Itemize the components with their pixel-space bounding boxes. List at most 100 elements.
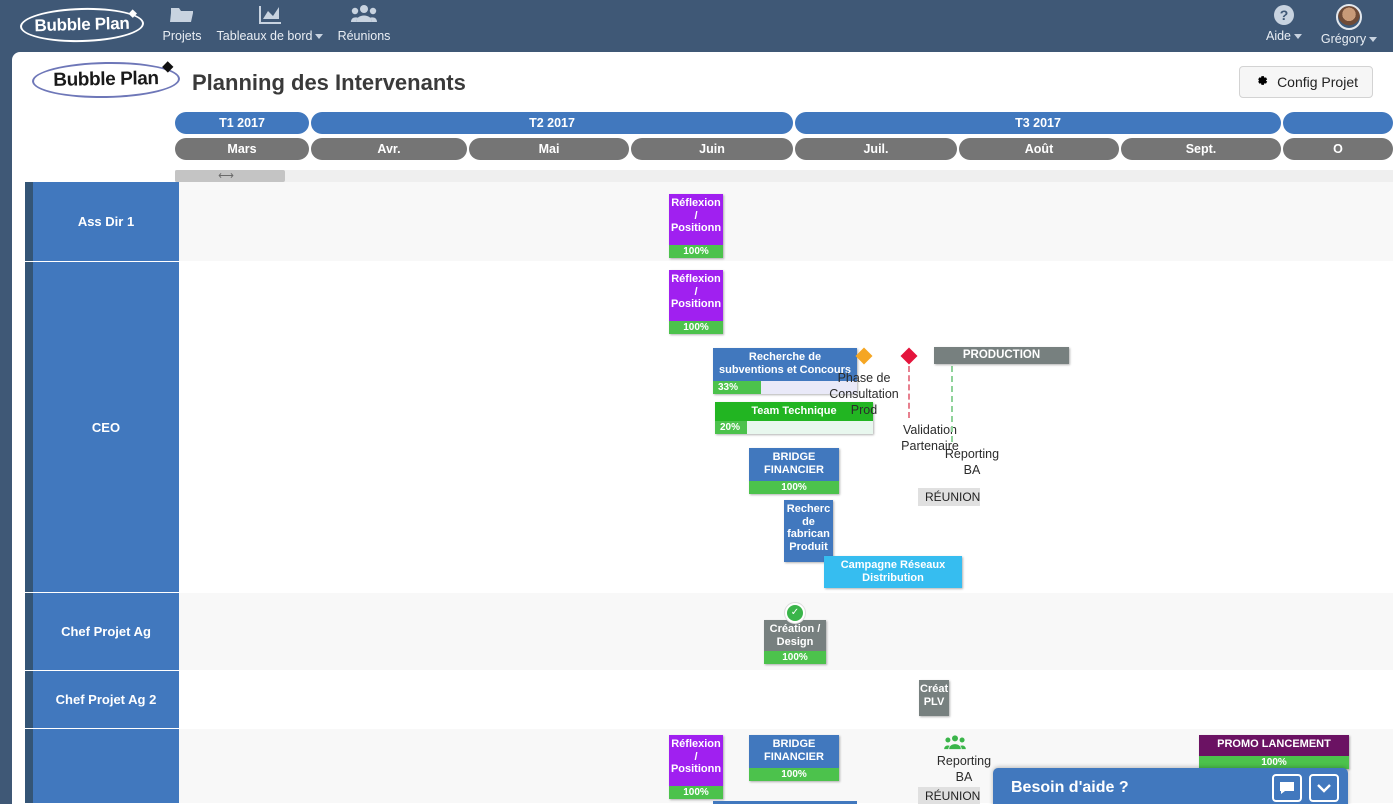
nav-item-aide[interactable]: ? Aide: [1256, 4, 1312, 43]
row-track[interactable]: Création / Design 100% ✓: [179, 593, 1393, 670]
chart-icon: [216, 4, 324, 26]
row-track[interactable]: Créat PLV: [179, 671, 1393, 728]
brand-logo-text: Bubble Plan: [34, 13, 130, 36]
resize-handle-icon[interactable]: ⟷: [215, 171, 237, 182]
task-title: PROMO LANCEMENT: [1217, 738, 1331, 750]
resource-row: Chef Projet Ag Création / Design 100% ✓: [12, 593, 1393, 671]
horizontal-scrollbar[interactable]: ⟷: [175, 170, 1393, 182]
chevron-down-icon: [315, 34, 324, 40]
task-bar[interactable]: PROMO LANCEMENT 100%: [1199, 735, 1349, 769]
row-rail: [25, 729, 33, 803]
gantt-grid: T1 2017 T2 2017 T3 2017 Mars Avr. Mai Juin Jui…: [12, 108, 1393, 804]
nav-item-projets-label: Projets: [162, 29, 202, 43]
task-bar[interactable]: Création / Design 100%: [764, 620, 826, 664]
svg-text:?: ?: [1280, 7, 1289, 23]
nav-item-projets[interactable]: Projets: [152, 4, 212, 43]
task-bar[interactable]: Créat PLV: [919, 680, 949, 716]
task-complete-check-icon[interactable]: ✓: [784, 602, 806, 624]
resource-label-2[interactable]: CEO: [33, 262, 179, 592]
logo-dot-icon: [128, 9, 137, 18]
row-track[interactable]: Réflexion / Positionn 100%: [179, 182, 1393, 261]
task-progress: 100%: [669, 786, 723, 799]
task-title: Campagne Réseaux Distribution: [840, 559, 946, 584]
page-title: Planning des Intervenants: [192, 70, 466, 95]
resource-label-5[interactable]: [33, 729, 179, 803]
month-cell-1[interactable]: Mars: [175, 138, 309, 160]
task-progress-label: 33%: [718, 382, 739, 393]
folder-icon: [152, 4, 212, 26]
reunion-tag[interactable]: RÉUNION: [918, 787, 980, 804]
page-header: Bubble Plan Planning des Intervenants Co…: [12, 52, 1393, 108]
reunion-tag[interactable]: RÉUNION: [918, 488, 980, 506]
row-rail: [25, 593, 33, 670]
bubble-plan-logo[interactable]: Bubble Plan: [19, 6, 145, 44]
quarter-cell-3[interactable]: T3 2017: [795, 112, 1281, 134]
month-cell-5[interactable]: Juil.: [795, 138, 957, 160]
chat-collapse-button[interactable]: [1309, 774, 1339, 802]
task-title: Réflexion / Positionn: [670, 738, 722, 775]
task-title: Réflexion / Positionn: [670, 197, 722, 234]
resource-row: Ass Dir 1 Réflexion / Positionn 100%: [12, 182, 1393, 262]
resource-label-1[interactable]: Ass Dir 1: [33, 182, 179, 261]
resource-label-3[interactable]: Chef Projet Ag: [33, 593, 179, 670]
bubble-plan-app: Bubble Plan Projets Tableaux de bord Réu…: [0, 0, 1393, 804]
chevron-down-icon: [1369, 37, 1378, 43]
chevron-down-icon: [1294, 34, 1303, 40]
month-cell-4[interactable]: Juin: [631, 138, 793, 160]
task-title: BRIDGE FINANCIER: [764, 738, 824, 763]
task-title: Réflexion / Positionn: [670, 273, 722, 310]
task-bar[interactable]: Réflexion / Positionn 100%: [669, 194, 723, 258]
nav-item-tableaux-de-bord[interactable]: Tableaux de bord: [216, 4, 324, 43]
row-rail: [25, 262, 33, 592]
resource-row: Chef Projet Ag 2 Créat PLV: [12, 671, 1393, 729]
help-chat-title: Besoin d'aide ?: [1011, 779, 1129, 796]
nav-item-reunions-label: Réunions: [337, 29, 391, 43]
task-bar[interactable]: BRIDGE FINANCIER 100%: [749, 448, 839, 494]
production-phase-bar[interactable]: PRODUCTION: [934, 347, 1069, 364]
task-bar[interactable]: Recherc de fabrican Produit: [784, 500, 833, 562]
task-progress-label: 100%: [683, 246, 709, 257]
people-icon: [944, 735, 966, 754]
main-panel: Bubble Plan Planning des Intervenants Co…: [12, 52, 1393, 804]
task-title: BRIDGE FINANCIER: [764, 451, 824, 476]
quarter-cell-2[interactable]: T2 2017: [311, 112, 793, 134]
milestone-diamond-icon[interactable]: [855, 347, 873, 365]
month-cell-8[interactable]: O: [1283, 138, 1393, 160]
task-bar[interactable]: Campagne Réseaux Distribution: [824, 556, 962, 588]
milestone-diamond-icon[interactable]: [900, 347, 918, 365]
row-rail: [25, 671, 33, 728]
task-progress: 100%: [669, 321, 723, 334]
timeline-header: T1 2017 T2 2017 T3 2017 Mars Avr. Mai Juin Jui…: [175, 112, 1393, 170]
task-progress-label: 100%: [781, 482, 807, 493]
task-title: Créat PLV: [920, 683, 949, 708]
task-progress-label: 100%: [683, 787, 709, 798]
milestone-dashed-line: [908, 366, 910, 418]
task-bar[interactable]: Réflexion / Positionn 100%: [669, 270, 723, 334]
month-cell-6[interactable]: Août: [959, 138, 1119, 160]
help-chat-widget[interactable]: Besoin d'aide ?: [993, 768, 1348, 804]
task-bar[interactable]: BRIDGE FINANCIER 100%: [749, 735, 839, 781]
config-projet-button[interactable]: Config Projet: [1239, 66, 1373, 98]
nav-item-user-menu[interactable]: Grégory: [1318, 4, 1380, 46]
month-cell-7[interactable]: Sept.: [1121, 138, 1281, 160]
plan-badge-text: Bubble Plan: [53, 68, 159, 91]
month-cell-2[interactable]: Avr.: [311, 138, 467, 160]
resource-rows: Ass Dir 1 Réflexion / Positionn 100% CEO Réf…: [12, 182, 1393, 804]
help-icon: ?: [1256, 4, 1312, 26]
task-bar[interactable]: Réflexion / Positionn 100%: [669, 735, 723, 799]
milestone-dashed-line: [951, 356, 953, 442]
nav-item-user-label: Grégory: [1320, 32, 1367, 46]
quarter-cell-1[interactable]: T1 2017: [175, 112, 309, 134]
row-track[interactable]: Réflexion / Positionn 100% Recherche de su…: [179, 262, 1393, 592]
task-progress-label: 20%: [720, 422, 741, 433]
avatar: [1336, 4, 1362, 30]
task-progress: 100%: [749, 768, 839, 781]
nav-item-reunions[interactable]: Réunions: [330, 4, 398, 43]
task-progress-label: 100%: [781, 769, 807, 780]
resource-label-4[interactable]: Chef Projet Ag 2: [33, 671, 179, 728]
task-progress: 20%: [715, 421, 873, 434]
row-rail: [25, 182, 33, 261]
quarter-cell-4[interactable]: [1283, 112, 1393, 134]
month-cell-3[interactable]: Mai: [469, 138, 629, 160]
chat-message-button[interactable]: [1272, 774, 1302, 802]
